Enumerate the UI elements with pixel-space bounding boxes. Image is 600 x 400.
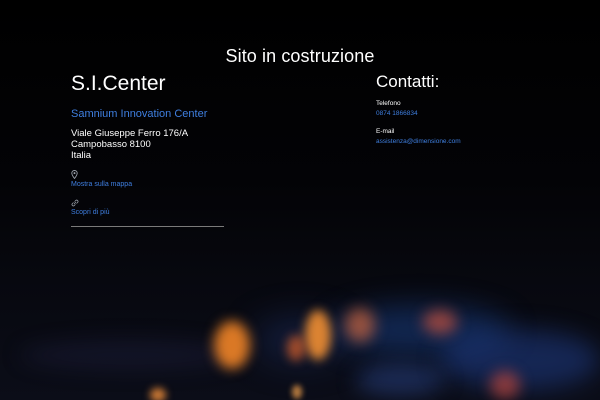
phone-link[interactable]: 0874 1866834 <box>376 110 418 117</box>
learn-more-link[interactable]: Scopri di più <box>71 209 110 216</box>
show-map-link[interactable]: Mostra sulla mappa <box>71 181 132 188</box>
address-country: Italia <box>71 150 92 161</box>
page-content: Sito in costruzione S.I.Center Samnium I… <box>0 0 600 400</box>
page-title: Sito in costruzione <box>225 46 375 66</box>
link-icon <box>71 199 79 209</box>
contacts-title: Contatti: <box>376 72 440 91</box>
email-link[interactable]: assistenza@dimensione.com <box>376 138 461 145</box>
phone-label: Telefono <box>376 100 401 107</box>
company-name: S.I.Center <box>71 72 166 95</box>
email-label: E-mail <box>376 128 395 135</box>
divider <box>71 226 224 227</box>
company-subtitle: Samnium Innovation Center <box>71 108 208 120</box>
map-pin-icon <box>71 170 78 181</box>
